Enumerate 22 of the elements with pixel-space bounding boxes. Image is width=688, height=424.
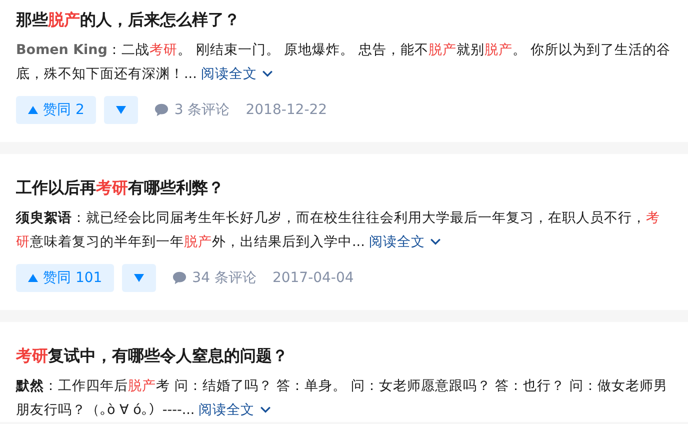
question-title[interactable]: 那些脱产的人，后来怎么样了？ — [16, 6, 672, 34]
down-triangle-icon — [116, 106, 126, 114]
read-more-link[interactable]: 阅读全文 — [200, 66, 273, 82]
answer-date: 2017-04-04 — [272, 270, 354, 286]
up-triangle-icon — [28, 274, 38, 282]
downvote-button[interactable] — [122, 264, 156, 292]
answer-excerpt: 须臾絮语：就已经会比同届考生年长好几岁，而在校生往往会利用大学最后一年复习，在职人员不行，考研意味着复习的半年到一年脱产外，出结果后到入学中... 阅读全文 — [16, 209, 661, 252]
comment-icon — [172, 271, 188, 285]
comment-icon — [154, 103, 170, 117]
up-triangle-icon — [28, 106, 38, 114]
answer-date: 2018-12-22 — [246, 102, 328, 118]
read-more-link[interactable]: 阅读全文 — [368, 234, 441, 250]
downvote-button[interactable] — [104, 96, 138, 124]
question-title[interactable]: 工作以后再考研有哪些利弊？ — [16, 174, 672, 202]
down-triangle-icon — [134, 274, 144, 282]
chevron-down-icon — [260, 406, 271, 413]
answer-excerpt: Bomen King：二战考研。 刚结束一门。 原地爆炸。 忠告，能不脱产就别脱产。 你所以为到了生活的谷底，殊不知下面还有深渊！... 阅读全文 — [16, 41, 672, 84]
chevron-down-icon — [262, 70, 273, 77]
chevron-down-icon — [430, 238, 441, 245]
question-title[interactable]: 考研复试中，有哪些令人窒息的问题？ — [16, 342, 672, 370]
answer-excerpt: 默然：工作四年后脱产考 问：结婚了吗？ 答：单身。 问：女老师愿意跟吗？ 答：也行？ 问：做女老师男朋友行吗？（｡ò ∀ ó｡）----... 阅读全文 — [16, 377, 668, 420]
read-more-link[interactable]: 阅读全文 — [198, 402, 271, 418]
